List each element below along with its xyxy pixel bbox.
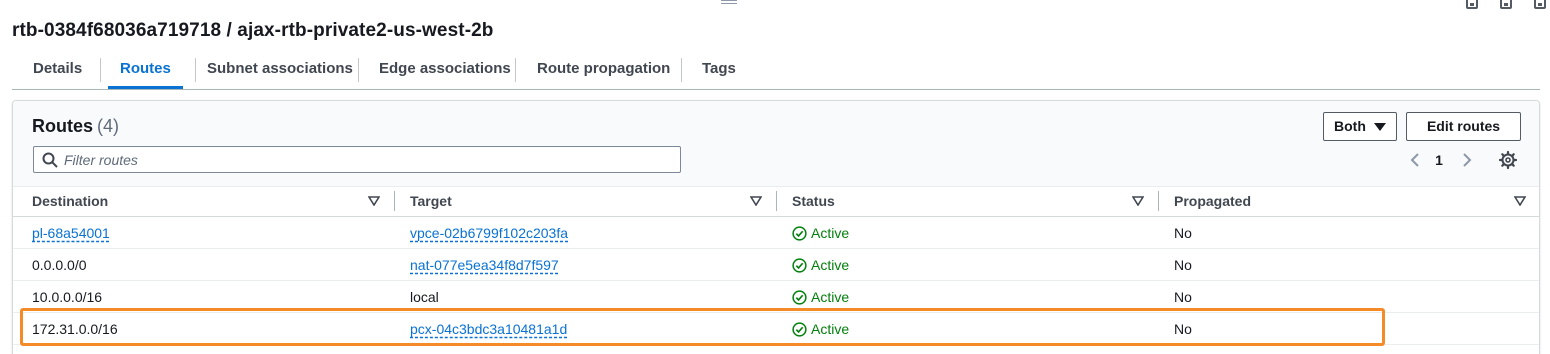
table-row: 0.0.0.0/0 nat-077e5ea34f8d7f597 Active N… (13, 249, 1539, 281)
routes-panel: Routes(4) Both Edit routes 1 Destination (12, 100, 1540, 354)
routes-heading: Routes (4) (32, 116, 119, 137)
target-cell: local (410, 289, 439, 305)
tab-divider (195, 58, 196, 82)
destination-cell: 172.31.0.0/16 (32, 321, 118, 337)
propagated-cell: No (1174, 257, 1192, 273)
propagated-cell: No (1174, 289, 1192, 305)
tab-details[interactable]: Details (33, 52, 82, 89)
gear-icon[interactable] (1499, 151, 1517, 169)
status-cell: Active (792, 217, 849, 249)
column-header-status[interactable]: Status (792, 187, 835, 217)
column-resizer[interactable] (776, 191, 777, 211)
routes-panel-header: Routes(4) Both Edit routes 1 (13, 101, 1539, 187)
column-header-destination[interactable]: Destination (32, 187, 108, 217)
column-resizer[interactable] (394, 191, 395, 211)
page-number[interactable]: 1 (1433, 152, 1445, 168)
sort-down-icon[interactable] (750, 196, 762, 206)
table-row: 10.0.0.0/16 local Active No (13, 281, 1539, 313)
filter-routes-field[interactable] (33, 146, 681, 173)
sort-down-icon[interactable] (368, 196, 380, 206)
routes-heading-label: Routes (32, 116, 94, 136)
check-circle-icon (792, 226, 807, 241)
status-text: Active (811, 225, 850, 241)
check-circle-icon (792, 290, 807, 305)
propagated-cell: No (1174, 225, 1192, 241)
search-icon (42, 152, 58, 168)
filter-routes-input[interactable] (64, 150, 664, 169)
propagated-cell: No (1174, 321, 1192, 337)
destination-link[interactable]: pl-68a54001 (32, 217, 110, 249)
column-header-propagated[interactable]: Propagated (1174, 187, 1251, 217)
edit-routes-button[interactable]: Edit routes (1406, 112, 1521, 141)
split-side-icon[interactable] (1500, 0, 1512, 9)
route-type-select[interactable]: Both (1323, 112, 1397, 141)
status-text: Active (811, 257, 850, 273)
tab-divider (358, 58, 359, 82)
status-text: Active (811, 289, 850, 305)
tab-routes[interactable]: Routes (108, 52, 183, 89)
tab-divider (681, 58, 682, 82)
status-cell: Active (792, 313, 849, 345)
tab-divider (515, 58, 516, 82)
tab-subnet-associations[interactable]: Subnet associations (207, 52, 353, 89)
tab-edge-associations[interactable]: Edge associations (379, 52, 511, 89)
caret-down-icon (1374, 123, 1386, 131)
sort-down-icon[interactable] (1514, 196, 1526, 206)
pagination: 1 (1407, 150, 1477, 172)
route-type-select-label: Both (1334, 118, 1366, 134)
check-circle-icon (792, 322, 807, 337)
column-header-target[interactable]: Target (410, 187, 452, 217)
split-bottom-icon[interactable] (1466, 0, 1478, 9)
destination-cell: 10.0.0.0/16 (32, 289, 103, 305)
target-link[interactable]: pcx-04c3bdc3a10481a1d (410, 313, 567, 345)
status-text: Active (811, 321, 850, 337)
table-row: pl-68a54001 vpce-02b6799f102c203fa Activ… (13, 217, 1539, 249)
column-resizer[interactable] (1158, 191, 1159, 211)
sort-down-icon[interactable] (1132, 196, 1144, 206)
page-title: rtb-0384f68036a719718 / ajax-rtb-private… (12, 20, 494, 41)
tab-tags[interactable]: Tags (702, 52, 736, 89)
table-row: 172.31.0.0/16 pcx-04c3bdc3a10481a1d Acti… (13, 313, 1539, 345)
chevron-left-icon[interactable] (1407, 152, 1423, 168)
table-header: Destination Target Status Propagated (13, 187, 1539, 217)
check-circle-icon (792, 258, 807, 273)
status-cell: Active (792, 249, 849, 281)
status-cell: Active (792, 281, 849, 313)
chevron-right-icon[interactable] (1459, 152, 1475, 168)
panel-drag-handle[interactable] (721, 0, 737, 7)
target-link[interactable]: nat-077e5ea34f8d7f597 (410, 249, 559, 281)
routes-count: (4) (97, 116, 120, 136)
target-link[interactable]: vpce-02b6799f102c203fa (410, 217, 568, 249)
split-full-icon[interactable] (1534, 0, 1546, 9)
destination-cell: 0.0.0.0/0 (32, 257, 87, 273)
tab-bar: Details Routes Subnet associations Edge … (12, 52, 1540, 90)
tab-route-propagation[interactable]: Route propagation (537, 52, 670, 89)
tab-divider (100, 58, 101, 82)
